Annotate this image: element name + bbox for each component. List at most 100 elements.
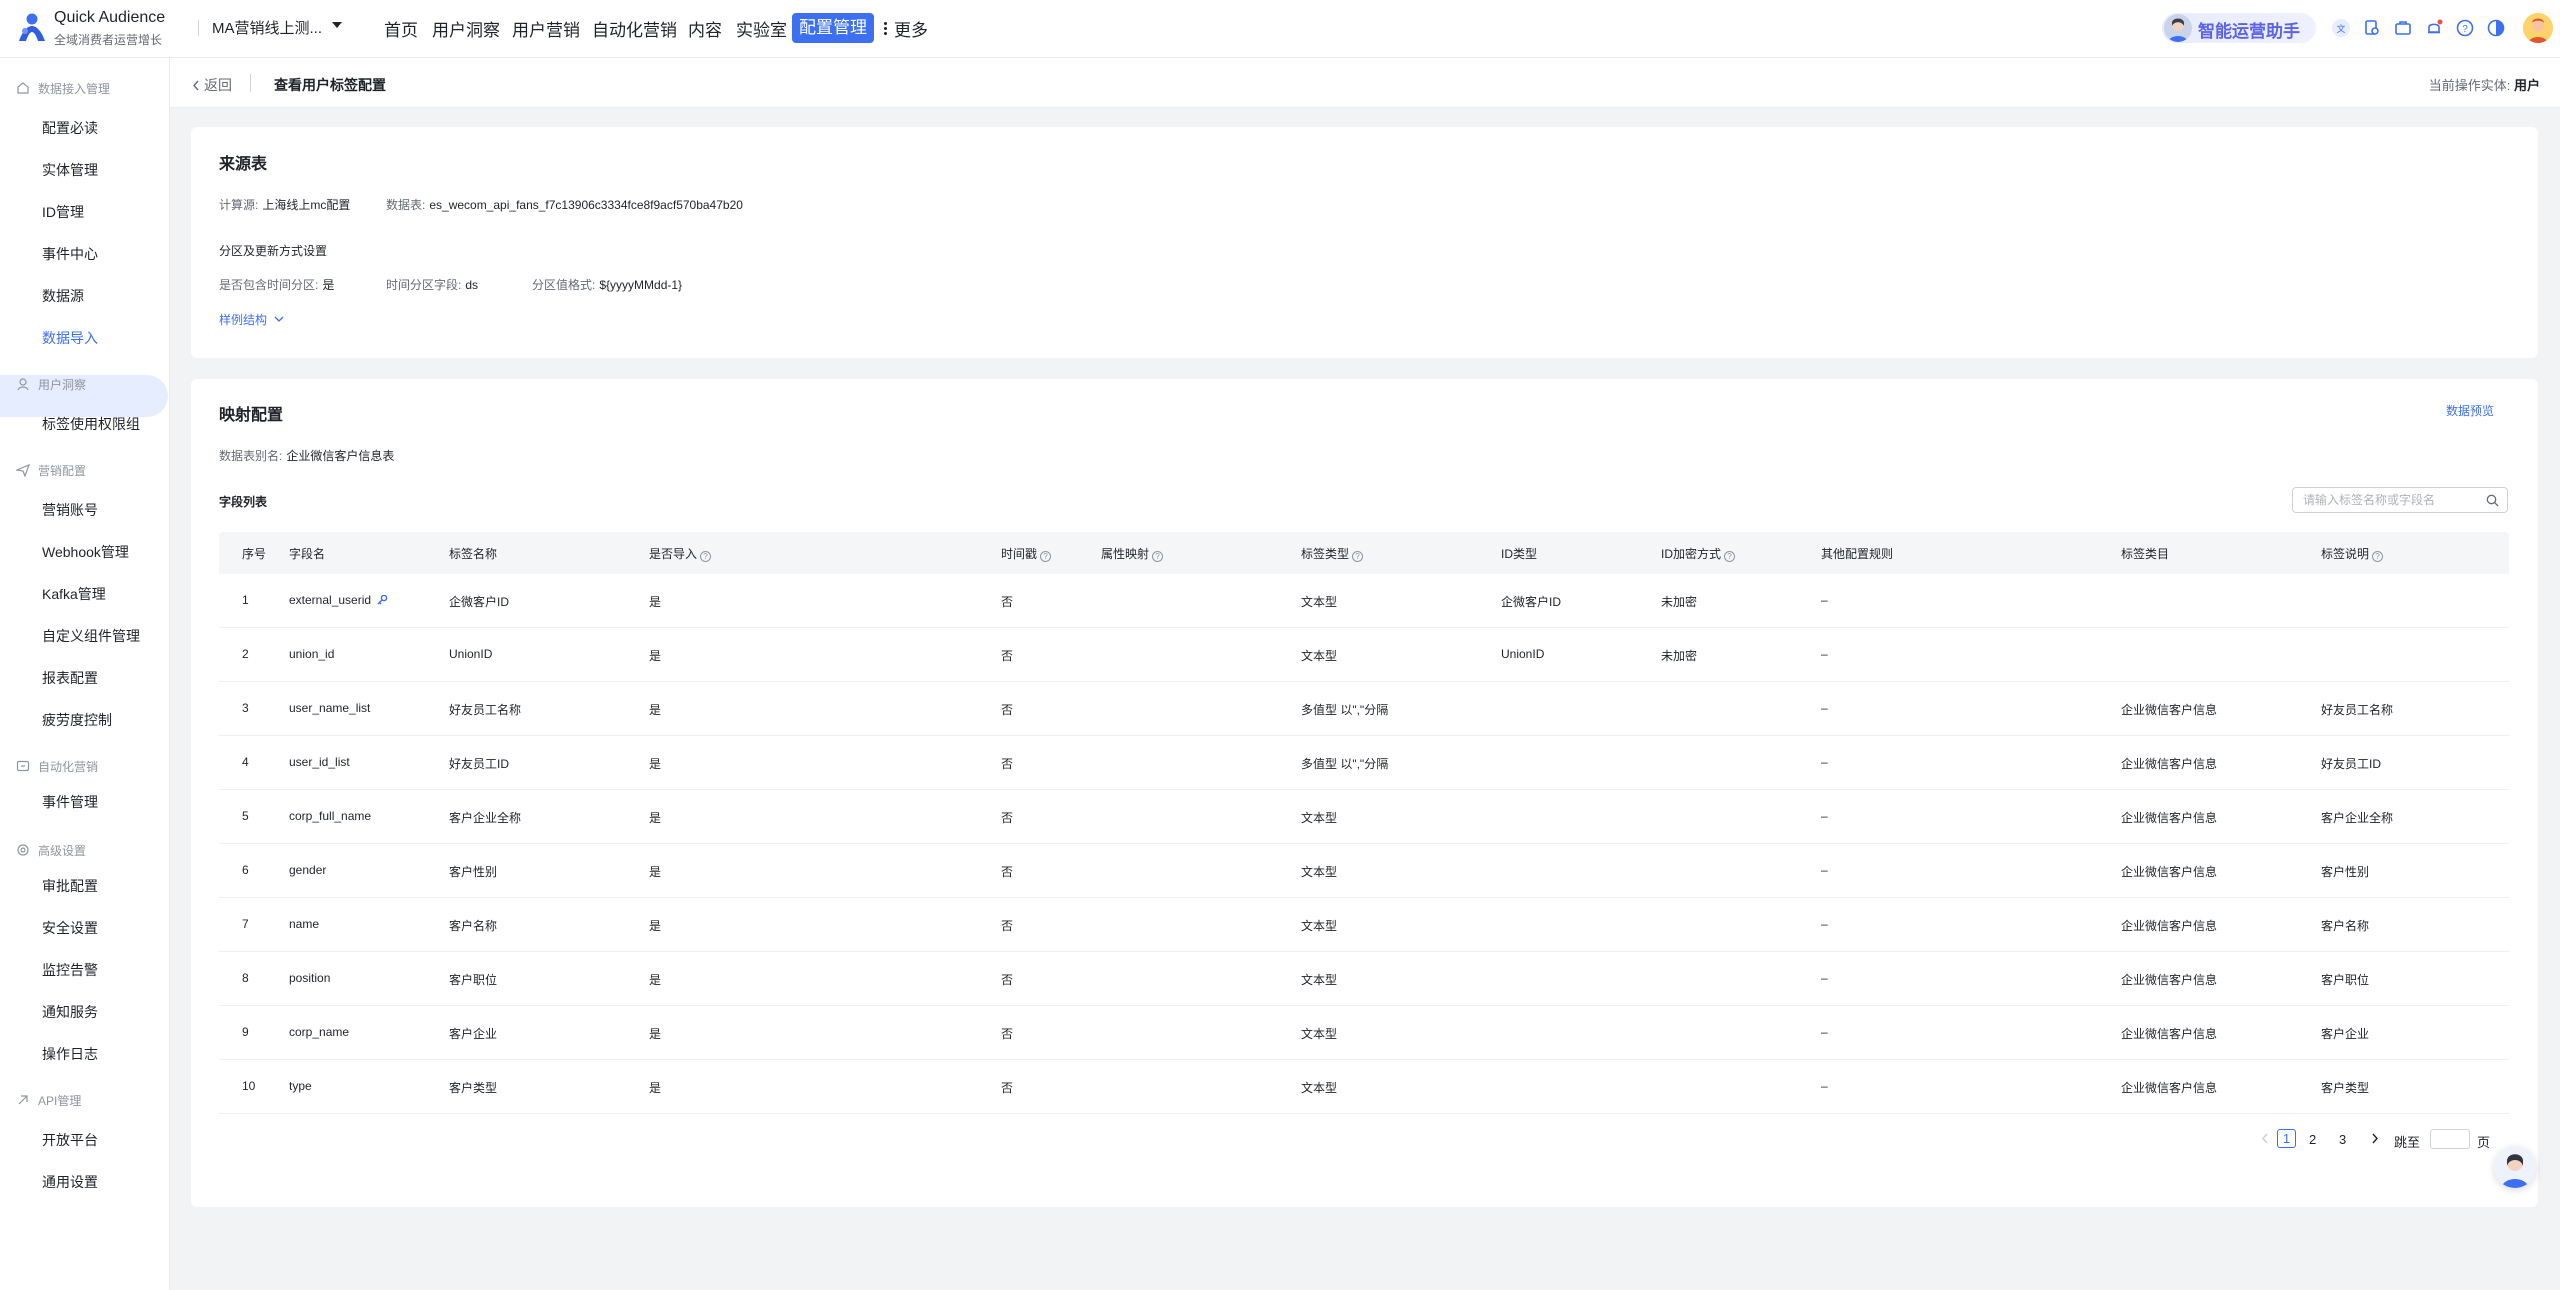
assistant-avatar[interactable] — [2164, 14, 2192, 42]
sidebar-item-config-readme[interactable]: 配置必读 — [42, 118, 98, 138]
cell-tag-name-text: 企微客户ID — [449, 595, 510, 609]
cell-tag-name: 客户企业 — [449, 1025, 497, 1042]
tag-search-input[interactable] — [2303, 492, 2473, 508]
sidebar-item-custom-component[interactable]: 自定义组件管理 — [42, 626, 140, 646]
cell-tag-description-text: 客户企业全称 — [2321, 811, 2394, 825]
sidebar-item-security[interactable]: 安全设置 — [42, 918, 98, 938]
prev-page-icon[interactable] — [2261, 1133, 2269, 1144]
caret-down-icon[interactable] — [332, 22, 342, 28]
cell-tag-type-text: 文本型 — [1301, 973, 1338, 987]
data-preview-link[interactable]: 数据预览 — [2446, 402, 2494, 419]
page-title: 查看用户标签配置 — [274, 77, 386, 93]
sidebar-item-kafka[interactable]: Kafka管理 — [42, 584, 106, 604]
theme-switch-icon[interactable] — [2486, 18, 2506, 38]
table-row: 7 name 客户名称 是 否 文本型 – 企业微信客户信息 客户名称 — [219, 898, 2509, 952]
cell-field-name: user_name_list — [289, 701, 370, 715]
cell-tag-category: 企业微信客户信息 — [2121, 755, 2217, 772]
cell-tag-type: 文本型 — [1301, 971, 1337, 988]
nav-home[interactable]: 首页 — [384, 16, 418, 41]
chevron-left-icon[interactable] — [192, 80, 200, 91]
sidebar-item-approval[interactable]: 审批配置 — [42, 876, 98, 896]
sidebar-item-tag-permission[interactable]: 标签使用权限组 — [42, 414, 140, 434]
cell-tag-description: 客户性别 — [2321, 863, 2369, 880]
back-label[interactable]: 返回 — [204, 77, 232, 93]
nav-auto-marketing[interactable]: 自动化营销 — [592, 16, 677, 41]
cell-field-name: corp_full_name — [289, 809, 371, 823]
cell-tag-name: 好友员工名称 — [449, 701, 521, 718]
cell-import-text: 是 — [649, 973, 662, 987]
more-dots-icon[interactable] — [884, 22, 887, 35]
back-button[interactable]: 返回 — [192, 75, 232, 95]
sidebar-item-monitor-alert[interactable]: 监控告警 — [42, 960, 98, 980]
help-icon[interactable]: ? — [2455, 18, 2475, 38]
chevron-down-icon[interactable] — [274, 316, 284, 323]
cell-other-rules: – — [1821, 647, 1828, 661]
tag-search-box[interactable] — [2292, 487, 2508, 513]
cell-import: 是 — [649, 917, 661, 934]
sidebar-item-fatigue-control[interactable]: 疲劳度控制 — [42, 710, 112, 730]
sidebar-group-label: 自动化营销 — [38, 760, 99, 774]
next-page-icon[interactable] — [2371, 1133, 2379, 1144]
translate-icon[interactable]: 文 — [2331, 18, 2351, 38]
sidebar-item-event-center[interactable]: 事件中心 — [42, 244, 98, 264]
col-header-tag-description: 标签说明? — [2321, 545, 2384, 562]
nav-config-management[interactable]: 配置管理 — [792, 13, 874, 43]
cell-field-name: position — [289, 971, 330, 985]
sidebar-group-label: API管理 — [38, 1094, 82, 1108]
question-icon[interactable]: ? — [1152, 551, 1164, 562]
data-table: 数据表: es_wecom_api_fans_f7c13906c3334fce8f… — [386, 196, 743, 213]
cell-import: 是 — [649, 809, 661, 826]
sidebar-item-report-config[interactable]: 报表配置 — [42, 668, 98, 688]
quick-audience-logo[interactable] — [14, 10, 50, 46]
page-1-button[interactable]: 1 — [2277, 1129, 2296, 1148]
user-avatar[interactable] — [2523, 13, 2553, 43]
page-3-button[interactable]: 3 — [2339, 1132, 2346, 1147]
floating-assistant-avatar[interactable] — [2494, 1146, 2536, 1188]
assistant-label[interactable]: 智能运营助手 — [2198, 17, 2300, 42]
search-icon[interactable] — [2486, 494, 2499, 507]
sidebar-item-data-import[interactable]: 数据导入 — [42, 328, 98, 348]
partition-format: 分区值格式: ${yyyyMMdd-1} — [532, 276, 682, 293]
question-icon[interactable]: ? — [1040, 551, 1052, 562]
document-search-icon[interactable] — [2362, 18, 2382, 38]
sidebar-item-operation-log[interactable]: 操作日志 — [42, 1044, 98, 1064]
question-icon[interactable]: ? — [700, 551, 712, 562]
col-header-id-encryption-label: ID加密方式 — [1661, 547, 1722, 561]
user-icon — [17, 378, 29, 391]
sidebar-item-webhook[interactable]: Webhook管理 — [42, 542, 129, 562]
sidebar-item-event-management[interactable]: 事件管理 — [42, 792, 98, 812]
sidebar-item-datasource[interactable]: 数据源 — [42, 286, 84, 306]
cell-field-name-text: name — [289, 917, 320, 931]
question-icon[interactable]: ? — [1352, 551, 1364, 562]
cell-index: 1 — [242, 593, 249, 607]
nav-lab[interactable]: 实验室 — [736, 16, 787, 41]
page-2-button[interactable]: 2 — [2309, 1132, 2316, 1147]
nav-user-marketing[interactable]: 用户营销 — [512, 16, 580, 41]
page-jump-input[interactable] — [2430, 1129, 2470, 1149]
question-icon[interactable]: ? — [1724, 551, 1736, 562]
nav-user-insight[interactable]: 用户洞察 — [432, 16, 500, 41]
sidebar-item-notification[interactable]: 通知服务 — [42, 1002, 98, 1022]
cell-other-rules-text: – — [1821, 647, 1828, 661]
sidebar-item-marketing-account[interactable]: 营销账号 — [42, 500, 98, 520]
nav-content[interactable]: 内容 — [688, 16, 722, 41]
cell-timestamp: 否 — [1001, 971, 1013, 988]
sidebar-item-general-settings[interactable]: 通用设置 — [42, 1172, 98, 1192]
question-icon[interactable]: ? — [2372, 551, 2384, 562]
cell-timestamp-text: 否 — [1001, 1027, 1014, 1041]
sidebar-item-entity[interactable]: 实体管理 — [42, 160, 98, 180]
cell-timestamp-text: 否 — [1001, 703, 1014, 717]
sample-structure-label[interactable]: 样例结构 — [219, 313, 267, 327]
briefcase-icon[interactable] — [2393, 18, 2413, 38]
cell-field-name-text: union_id — [289, 647, 335, 661]
sample-structure-link[interactable]: 样例结构 — [219, 311, 284, 328]
workspace-selector[interactable]: MA营销线上测... — [212, 17, 322, 38]
sidebar-item-id[interactable]: ID管理 — [42, 202, 84, 222]
sidebar-item-open-platform[interactable]: 开放平台 — [42, 1130, 98, 1150]
cell-index: 10 — [242, 1079, 255, 1093]
cell-import: 是 — [649, 1079, 661, 1096]
bell-icon[interactable] — [2424, 18, 2444, 38]
table-row: 1 external_userid 企微客户ID 是 否 文本型 企微客户ID 未加密 – — [219, 574, 2509, 628]
nav-more[interactable]: 更多 — [894, 16, 928, 41]
cell-timestamp-text: 否 — [1001, 757, 1014, 771]
